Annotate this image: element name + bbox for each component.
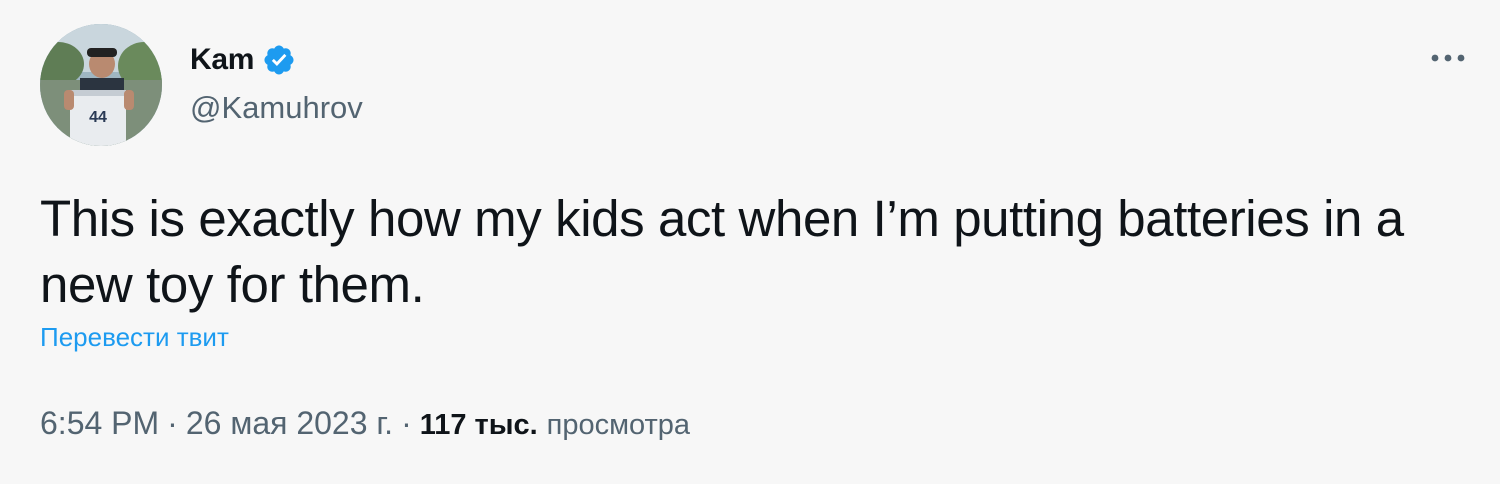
tweet-meta: 6:54 PM · 26 мая 2023 г. · 117 тыс. просмотр… bbox=[40, 405, 690, 442]
avatar-jersey-number: 44 bbox=[89, 109, 107, 126]
avatar-photo: 44 bbox=[40, 24, 162, 146]
views-label: просмотра bbox=[546, 409, 691, 441]
avatar[interactable]: 44 bbox=[40, 24, 162, 146]
translate-tweet-link[interactable]: Перевести твит bbox=[40, 322, 229, 353]
tweet-time[interactable]: 6:54 PM bbox=[40, 405, 159, 441]
tweet-card: 44 Kam @Kamuhrov This is exactly how my … bbox=[0, 0, 1500, 484]
tweet-date[interactable]: 26 мая 2023 г. bbox=[186, 405, 393, 441]
more-dots-icon[interactable] bbox=[1426, 40, 1470, 76]
views-count: 117 тыс. bbox=[419, 409, 538, 441]
name-row: Kam bbox=[190, 40, 363, 80]
meta-separator: · bbox=[401, 405, 412, 441]
verified-badge-icon[interactable] bbox=[262, 43, 296, 77]
meta-separator: · bbox=[167, 405, 178, 441]
author-handle[interactable]: @Kamuhrov bbox=[190, 90, 363, 126]
tweet-text: This is exactly how my kids act when I’m… bbox=[40, 190, 1404, 313]
display-name[interactable]: Kam bbox=[190, 43, 254, 77]
tweet-header: Kam @Kamuhrov bbox=[190, 40, 363, 126]
